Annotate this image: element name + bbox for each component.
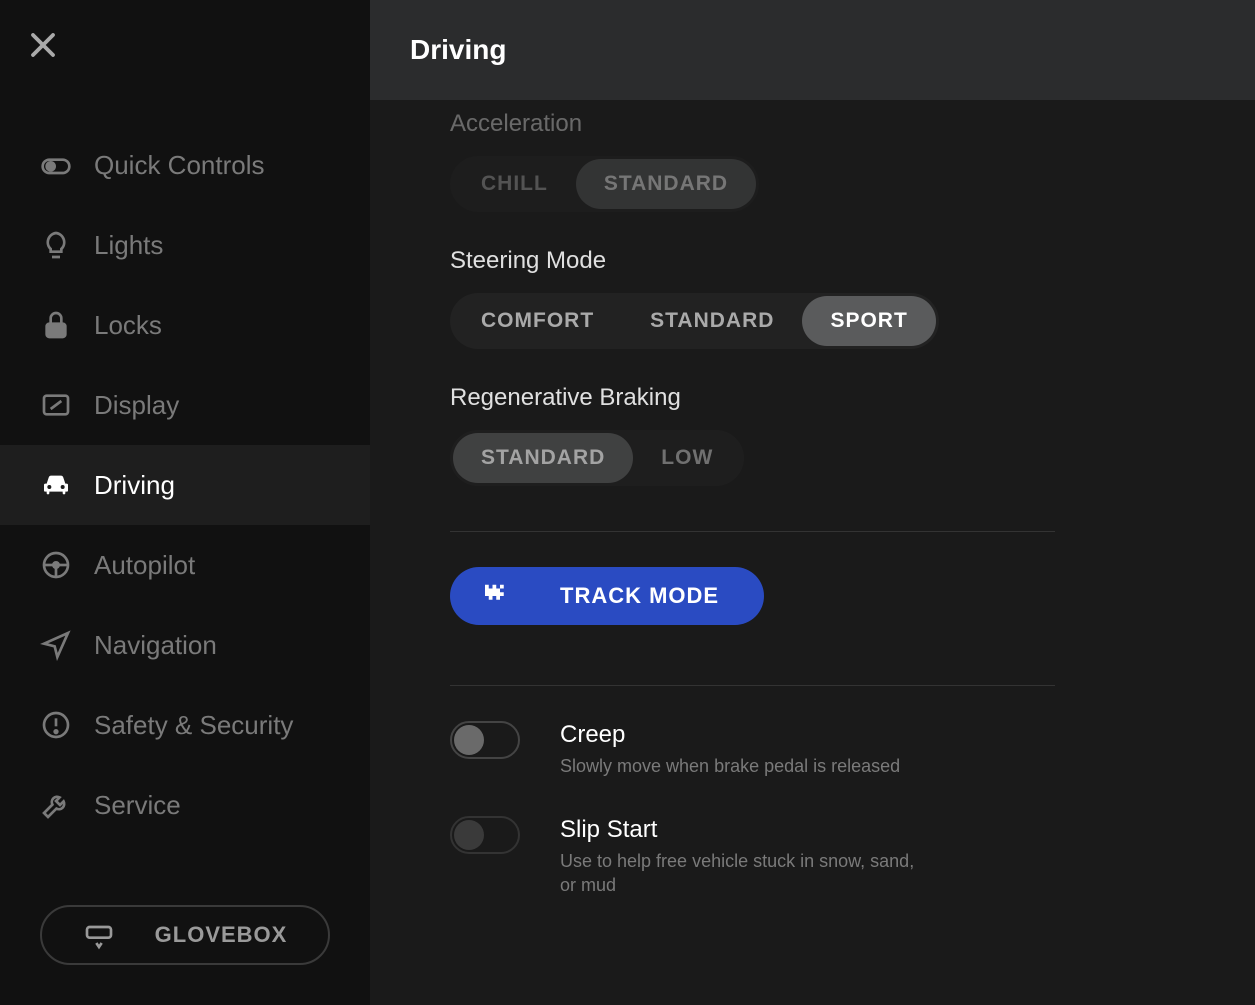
glovebox-button[interactable]: GLOVEBOX — [40, 905, 330, 965]
sidebar-item-driving[interactable]: Driving — [0, 445, 370, 525]
divider — [450, 685, 1055, 686]
lock-icon — [40, 309, 72, 341]
bulb-icon — [40, 229, 72, 261]
sidebar-item-lights[interactable]: Lights — [0, 205, 370, 285]
sidebar-item-service[interactable]: Service — [0, 765, 370, 845]
sidebar-item-label: Quick Controls — [94, 150, 265, 181]
sidebar-item-autopilot[interactable]: Autopilot — [0, 525, 370, 605]
acceleration-standard[interactable]: STANDARD — [576, 159, 756, 209]
divider — [450, 531, 1055, 532]
sidebar-item-display[interactable]: Display — [0, 365, 370, 445]
creep-desc: Slowly move when brake pedal is released — [560, 755, 920, 778]
steering-icon — [40, 549, 72, 581]
sidebar-item-label: Locks — [94, 310, 162, 341]
sidebar-item-label: Lights — [94, 230, 163, 261]
acceleration-label: Acceleration — [450, 110, 1050, 138]
regen-segment: STANDARD LOW — [450, 430, 744, 486]
regen-low[interactable]: LOW — [633, 433, 741, 483]
nav-icon — [40, 629, 72, 661]
steering-section: Steering Mode COMFORT STANDARD SPORT — [410, 237, 1050, 374]
slip-start-row: Slip Start Use to help free vehicle stuc… — [450, 816, 1215, 897]
sidebar-item-label: Driving — [94, 470, 175, 501]
regen-label: Regenerative Braking — [450, 384, 1050, 412]
sidebar-item-navigation[interactable]: Navigation — [0, 605, 370, 685]
regen-standard[interactable]: STANDARD — [453, 433, 633, 483]
acceleration-chill[interactable]: CHILL — [453, 159, 576, 209]
slip-start-toggle[interactable] — [450, 816, 520, 854]
sidebar-item-label: Display — [94, 390, 179, 421]
close-icon[interactable] — [28, 30, 58, 60]
acceleration-section: Acceleration CHILL STANDARD — [410, 100, 1050, 237]
page-title: Driving — [410, 34, 506, 66]
sidebar-item-label: Service — [94, 790, 181, 821]
sidebar-item-safety-security[interactable]: Safety & Security — [0, 685, 370, 765]
steering-segment: COMFORT STANDARD SPORT — [450, 293, 939, 349]
creep-row: Creep Slowly move when brake pedal is re… — [450, 721, 1215, 778]
steering-standard[interactable]: STANDARD — [622, 296, 802, 346]
slip-start-title: Slip Start — [560, 816, 1215, 844]
regen-section: Regenerative Braking STANDARD LOW — [410, 374, 1050, 511]
glovebox-label: GLOVEBOX — [155, 922, 288, 948]
slip-start-desc: Use to help free vehicle stuck in snow, … — [560, 850, 920, 897]
header: Driving — [370, 0, 1255, 100]
sidebar-item-label: Safety & Security — [94, 710, 293, 741]
flag-icon — [480, 581, 510, 611]
acceleration-segment: CHILL STANDARD — [450, 156, 759, 212]
steering-label: Steering Mode — [450, 247, 1050, 275]
wrench-icon — [40, 789, 72, 821]
sidebar-item-label: Navigation — [94, 630, 217, 661]
sidebar: Quick Controls Lights Locks Display — [0, 0, 370, 1005]
sidebar-item-quick-controls[interactable]: Quick Controls — [0, 125, 370, 205]
alert-icon — [40, 709, 72, 741]
track-mode-label: TRACK MODE — [560, 583, 719, 609]
steering-sport[interactable]: SPORT — [802, 296, 935, 346]
sidebar-item-label: Autopilot — [94, 550, 195, 581]
nav-list: Quick Controls Lights Locks Display — [0, 125, 370, 885]
sidebar-item-locks[interactable]: Locks — [0, 285, 370, 365]
display-icon — [40, 389, 72, 421]
glovebox-icon — [83, 919, 115, 951]
creep-title: Creep — [560, 721, 1215, 749]
main-panel: Driving Acceleration CHILL STANDARD Stee… — [370, 0, 1255, 1005]
track-mode-button[interactable]: TRACK MODE — [450, 567, 764, 625]
creep-toggle[interactable] — [450, 721, 520, 759]
car-icon — [40, 469, 72, 501]
toggle-icon — [40, 149, 72, 181]
steering-comfort[interactable]: COMFORT — [453, 296, 622, 346]
